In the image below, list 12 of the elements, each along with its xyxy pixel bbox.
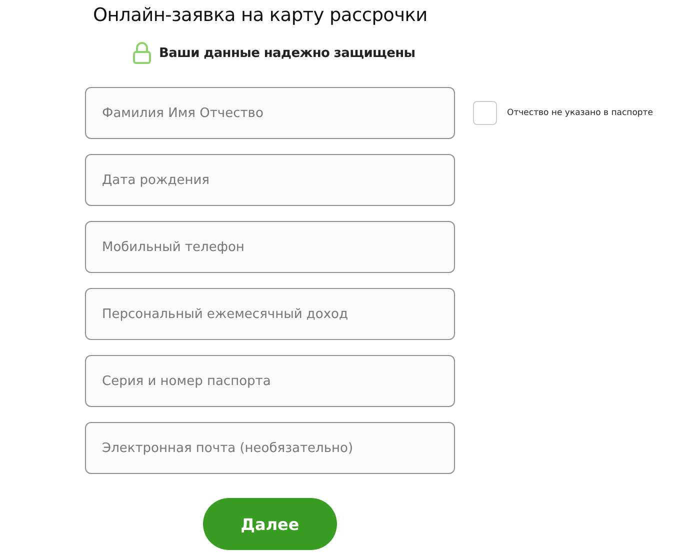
- input-field[interactable]: Фамилия Имя Отчество: [85, 87, 455, 139]
- input-field[interactable]: Серия и номер паспорта: [85, 355, 455, 407]
- form-title: Онлайн-заявка на карту рассрочки: [93, 4, 428, 28]
- input-field[interactable]: Персональный ежемесячный доход: [85, 288, 455, 340]
- checkbox[interactable]: [473, 101, 497, 125]
- lock-icon: [133, 42, 151, 64]
- next-button[interactable]: Далее: [203, 498, 337, 550]
- checkbox-label: Отчество не указано в паспорте: [507, 108, 653, 118]
- input-field[interactable]: Электронная почта (необязательно): [85, 422, 455, 474]
- security-note: Ваши данные надежно защищены: [159, 46, 416, 60]
- input-field[interactable]: Мобильный телефон: [85, 221, 455, 273]
- input-field[interactable]: Дата рождения: [85, 154, 455, 206]
